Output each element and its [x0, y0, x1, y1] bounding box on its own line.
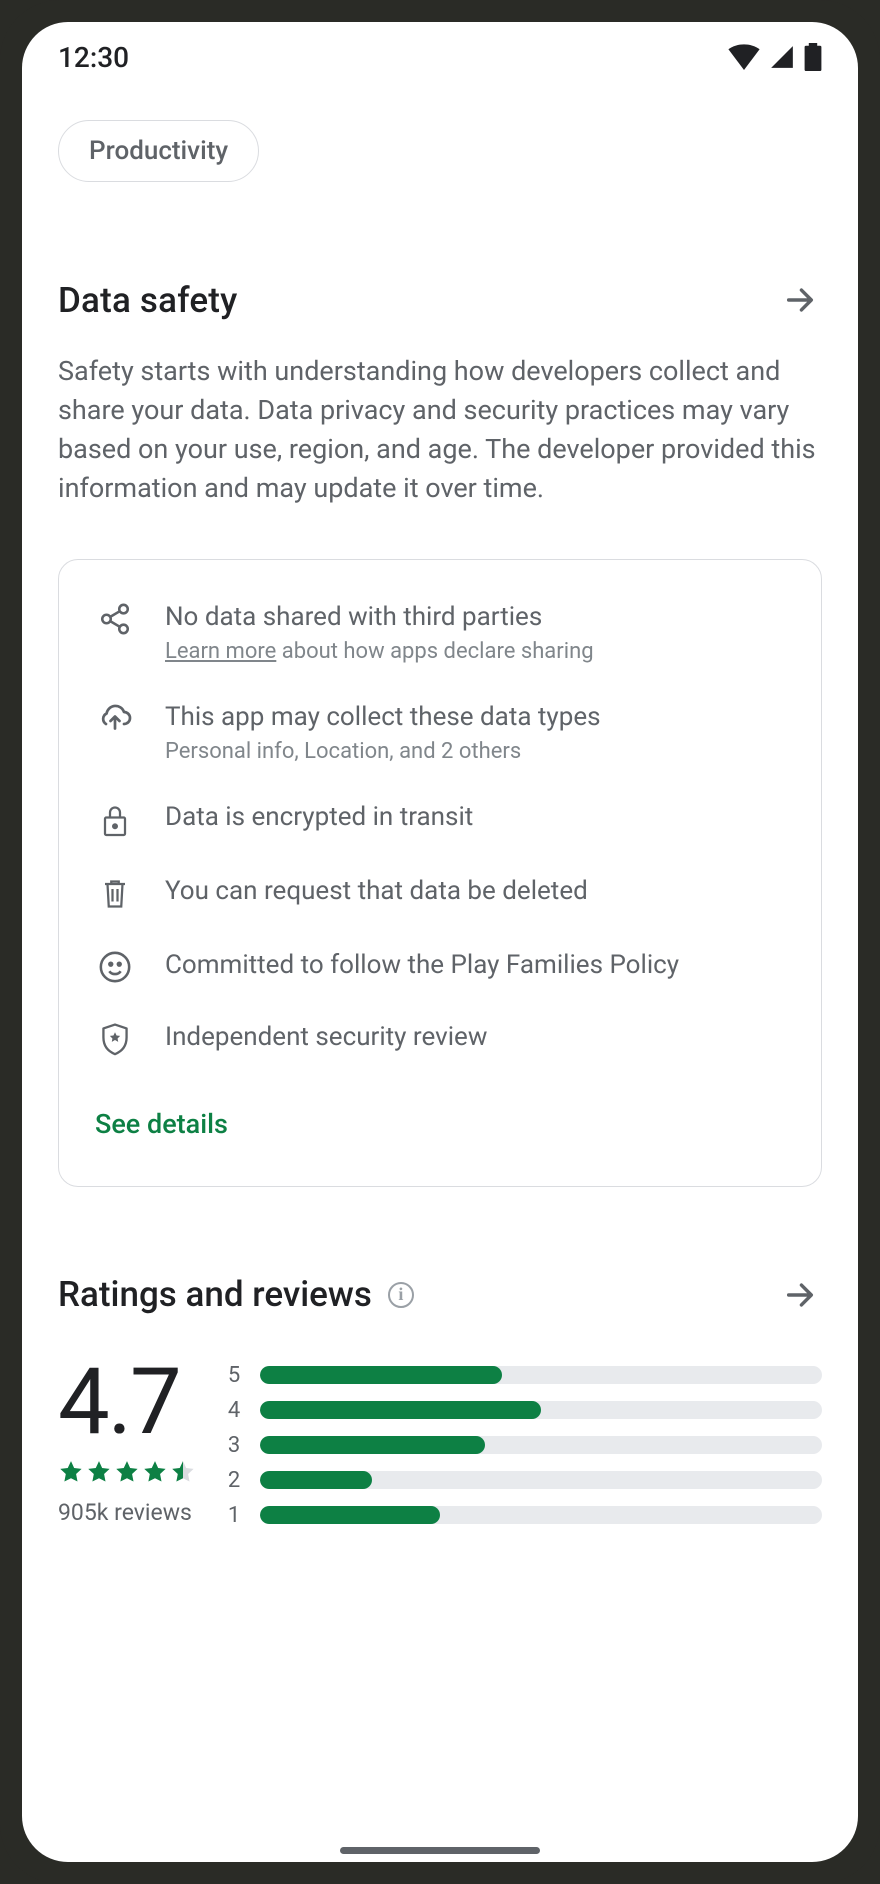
arrow-right-icon[interactable] [778, 278, 822, 322]
rating-bar-label: 3 [226, 1433, 242, 1458]
star-icon [86, 1459, 112, 1485]
data-safety-item-title: No data shared with third parties [165, 600, 594, 635]
rating-bar-track [260, 1366, 822, 1384]
rating-bar-label: 2 [226, 1468, 242, 1493]
data-safety-item: You can request that data be deleted [95, 874, 785, 912]
trash-icon [95, 874, 135, 912]
rating-bar-fill [260, 1401, 541, 1419]
data-safety-item-title: This app may collect these data types [165, 700, 601, 735]
shield-star-icon [95, 1020, 135, 1058]
data-safety-header[interactable]: Data safety [58, 278, 822, 322]
rating-bar-row: 1 [226, 1503, 822, 1528]
status-bar: 12:30 [22, 22, 858, 92]
battery-icon [804, 43, 822, 71]
rating-bar-label: 1 [226, 1503, 242, 1528]
status-time: 12:30 [58, 41, 129, 74]
data-safety-item-subtitle: Personal info, Location, and 2 others [165, 739, 601, 764]
rating-bar-row: 5 [226, 1363, 822, 1388]
ratings-summary: 4.7 905k reviews [58, 1357, 196, 1526]
star-icon [114, 1459, 140, 1485]
rating-score: 4.7 [58, 1357, 196, 1449]
rating-bar-track [260, 1436, 822, 1454]
learn-more-link[interactable]: Learn more [165, 639, 276, 664]
category-chip-label: Productivity [89, 136, 228, 166]
ratings-title: Ratings and reviews [58, 1274, 372, 1315]
ratings-header[interactable]: Ratings and reviews i [58, 1273, 822, 1317]
ratings-body: 4.7 905k reviews 5 4 3 2 1 [58, 1357, 822, 1538]
rating-bar-fill [260, 1506, 440, 1524]
data-safety-item: Data is encrypted in transit [95, 800, 785, 838]
data-safety-card: No data shared with third parties Learn … [58, 559, 822, 1187]
star-icon [58, 1459, 84, 1485]
data-safety-item-title: Independent security review [165, 1020, 487, 1055]
arrow-right-icon[interactable] [778, 1273, 822, 1317]
star-icon [142, 1459, 168, 1485]
data-safety-item: Committed to follow the Play Families Po… [95, 948, 785, 984]
rating-bars: 5 4 3 2 1 [226, 1357, 822, 1538]
star-icon [170, 1459, 196, 1485]
data-safety-item-title: You can request that data be deleted [165, 874, 588, 909]
data-safety-item: This app may collect these data types Pe… [95, 700, 785, 764]
data-safety-title: Data safety [58, 280, 238, 321]
category-chip[interactable]: Productivity [58, 120, 259, 182]
rating-bar-row: 3 [226, 1433, 822, 1458]
data-safety-item-title: Data is encrypted in transit [165, 800, 473, 835]
nav-indicator [340, 1847, 540, 1854]
data-safety-description: Safety starts with understanding how dev… [58, 352, 822, 509]
rating-bar-row: 4 [226, 1398, 822, 1423]
rating-bar-row: 2 [226, 1468, 822, 1493]
status-icons [728, 43, 822, 71]
cell-signal-icon [768, 44, 796, 70]
data-safety-item: Independent security review [95, 1020, 785, 1058]
rating-stars [58, 1459, 196, 1485]
share-icon [95, 600, 135, 664]
see-details-link[interactable]: See details [95, 1108, 785, 1140]
rating-bar-track [260, 1471, 822, 1489]
data-safety-item: No data shared with third parties Learn … [95, 600, 785, 664]
rating-bar-track [260, 1506, 822, 1524]
smiley-icon [95, 948, 135, 984]
rating-bar-label: 4 [226, 1398, 242, 1423]
wifi-icon [728, 44, 760, 70]
data-safety-item-title: Committed to follow the Play Families Po… [165, 948, 679, 983]
cloud-upload-icon [95, 700, 135, 764]
rating-bar-fill [260, 1471, 372, 1489]
rating-bar-track [260, 1401, 822, 1419]
review-count: 905k reviews [58, 1499, 196, 1526]
info-icon[interactable]: i [388, 1282, 414, 1308]
rating-bar-fill [260, 1436, 485, 1454]
rating-bar-label: 5 [226, 1363, 242, 1388]
lock-icon [95, 800, 135, 838]
rating-bar-fill [260, 1366, 502, 1384]
data-safety-item-subtitle-tail: about how apps declare sharing [276, 639, 593, 664]
